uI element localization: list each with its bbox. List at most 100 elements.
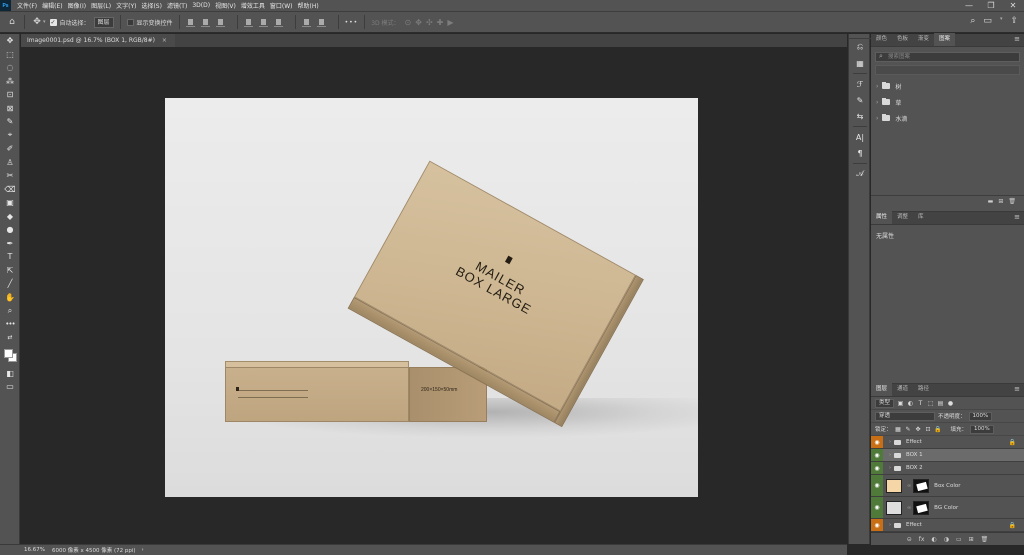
adjustments-icon[interactable]: ⇆ xyxy=(849,108,871,124)
home-icon[interactable]: ⌂ xyxy=(6,16,18,28)
panel-menu-icon[interactable]: ≡ xyxy=(1014,33,1020,46)
more-tools-icon[interactable]: ••• xyxy=(0,318,20,332)
artboard-image[interactable]: 200×150×50mm MAILER BOX LARGE xyxy=(165,98,698,497)
chevron-right-icon[interactable]: › xyxy=(876,83,878,90)
chevron-down-icon[interactable]: ▾ xyxy=(1000,16,1003,26)
layer-row[interactable]: ◉ › BOX 2 xyxy=(871,462,1024,475)
lasso-tool-icon[interactable]: ◌ xyxy=(0,61,20,75)
distribute-vertical-icon[interactable] xyxy=(316,18,326,27)
visibility-eye-icon[interactable]: ◉ xyxy=(871,462,883,474)
tab-swatches[interactable]: 色板 xyxy=(892,33,913,46)
chevron-right-icon[interactable]: › xyxy=(889,452,891,458)
blur-tool-icon[interactable]: ◆ xyxy=(0,210,20,224)
visibility-eye-icon[interactable]: ◉ xyxy=(871,475,883,496)
paragraph-icon[interactable]: ¶ xyxy=(849,145,871,161)
restore-button[interactable]: ❐ xyxy=(980,0,1002,11)
eyedropper-tool-icon[interactable]: ✎ xyxy=(0,115,20,129)
visibility-eye-icon[interactable]: ◉ xyxy=(871,449,883,461)
brush-settings-icon[interactable]: ℱ xyxy=(849,76,871,92)
align-left-icon[interactable] xyxy=(185,18,195,27)
auto-select-dropdown[interactable]: 图层 xyxy=(93,16,114,28)
align-bottom-icon[interactable] xyxy=(273,18,283,27)
adjustment-filter-icon[interactable]: ◐ xyxy=(907,400,914,407)
lock-all-icon[interactable]: 🔒 xyxy=(934,426,941,433)
zoom-level[interactable]: 16.67% xyxy=(0,547,52,553)
layer-row[interactable]: ◉ › Effect 🔒 xyxy=(871,436,1024,449)
gradient-tool-icon[interactable]: ▣ xyxy=(0,196,20,210)
eraser-tool-icon[interactable]: ⌫ xyxy=(0,183,20,197)
lock-transparency-icon[interactable]: ▦ xyxy=(895,426,902,433)
type-tool-icon[interactable]: T xyxy=(0,250,20,264)
path-selection-tool-icon[interactable]: ⇱ xyxy=(0,264,20,278)
color-swatches[interactable] xyxy=(0,345,20,367)
quick-mask-icon[interactable]: ◧ xyxy=(0,367,20,381)
chevron-right-icon[interactable]: › xyxy=(876,115,878,122)
menu-file[interactable]: 文件(F) xyxy=(17,1,37,10)
align-right-icon[interactable] xyxy=(215,18,225,27)
search-icon[interactable]: ⌕ xyxy=(970,16,975,26)
menu-image[interactable]: 图像(I) xyxy=(68,1,86,10)
chevron-right-icon[interactable]: › xyxy=(889,522,891,528)
menu-edit[interactable]: 编辑(E) xyxy=(42,1,62,10)
pen-tool-icon[interactable]: ✒ xyxy=(0,237,20,251)
pixel-filter-icon[interactable]: ▣ xyxy=(897,400,904,407)
panel-menu-icon[interactable]: ≡ xyxy=(1014,211,1020,224)
tab-properties[interactable]: 属性 xyxy=(871,211,893,224)
new-layer-icon[interactable]: ⊞ xyxy=(969,536,974,543)
visibility-eye-icon[interactable]: ◉ xyxy=(871,519,883,531)
link-icon[interactable]: ∞ xyxy=(907,483,911,489)
character-icon[interactable]: A| xyxy=(849,129,871,145)
move-tool-icon[interactable]: ✥ xyxy=(0,34,20,48)
auto-select-checkbox[interactable]: ✓ xyxy=(49,18,57,26)
new-pattern-icon[interactable]: ⊞ xyxy=(998,198,1003,205)
hand-tool-icon[interactable]: ✋ xyxy=(0,291,20,305)
healing-brush-tool-icon[interactable]: ⌖ xyxy=(0,129,20,143)
tab-layers[interactable]: 图层 xyxy=(871,383,893,396)
lock-position-icon[interactable]: ✥ xyxy=(915,426,922,433)
align-top-icon[interactable] xyxy=(243,18,253,27)
show-transform-checkbox[interactable] xyxy=(126,18,134,26)
chevron-right-icon[interactable]: › xyxy=(876,99,878,106)
list-item[interactable]: › 树 xyxy=(871,78,1024,94)
menu-layer[interactable]: 图层(L) xyxy=(91,1,111,10)
brushes-icon[interactable]: ✎ xyxy=(849,92,871,108)
fill-input[interactable]: 100% xyxy=(970,424,994,434)
align-middle-icon[interactable] xyxy=(258,18,268,27)
chevron-down-icon[interactable]: ▾ xyxy=(43,19,46,25)
share-icon[interactable]: ⇪ xyxy=(1010,16,1018,26)
chevron-right-icon[interactable]: › xyxy=(889,439,891,445)
zoom-tool-icon[interactable]: ⌕ xyxy=(0,304,20,318)
type-filter-icon[interactable]: T xyxy=(917,400,924,407)
menu-view[interactable]: 视图(V) xyxy=(215,1,236,10)
tab-libraries[interactable]: 库 xyxy=(913,211,929,224)
tab-color[interactable]: 颜色 xyxy=(871,33,892,46)
canvas-area[interactable]: 200×150×50mm MAILER BOX LARGE xyxy=(21,47,847,544)
new-group-icon[interactable]: ▭ xyxy=(956,536,962,543)
tab-adjustments[interactable]: 调整 xyxy=(892,211,913,224)
layer-row[interactable]: ◉ › Effect 🔒 xyxy=(871,519,1024,532)
opacity-input[interactable]: 100% xyxy=(968,411,993,421)
new-group-icon[interactable]: ▬ xyxy=(988,198,994,205)
marquee-tool-icon[interactable]: ⬚ xyxy=(0,48,20,62)
dodge-tool-icon[interactable]: ● xyxy=(0,223,20,237)
align-center-icon[interactable] xyxy=(200,18,210,27)
shape-filter-icon[interactable]: ⬚ xyxy=(927,400,934,407)
crop-tool-icon[interactable]: ⊡ xyxy=(0,88,20,102)
menu-select[interactable]: 选择(S) xyxy=(141,1,162,10)
lock-artboard-icon[interactable]: ⊡ xyxy=(925,426,932,433)
distribute-icon[interactable] xyxy=(301,18,311,27)
magic-wand-tool-icon[interactable]: ⁂ xyxy=(0,75,20,89)
link-icon[interactable]: ∞ xyxy=(907,505,911,511)
layer-row[interactable]: ◉ › BOX 1 xyxy=(871,449,1024,462)
history-brush-tool-icon[interactable]: ✂ xyxy=(0,169,20,183)
lock-pixels-icon[interactable]: ✎ xyxy=(905,426,912,433)
tab-channels[interactable]: 通道 xyxy=(892,383,913,396)
list-item[interactable]: › 草 xyxy=(871,94,1024,110)
pattern-search-input[interactable]: 搜索图案 xyxy=(875,52,1020,62)
tab-gradients[interactable]: 渐变 xyxy=(913,33,934,46)
close-button[interactable]: ✕ xyxy=(1002,0,1024,11)
menu-window[interactable]: 窗口(W) xyxy=(270,1,293,10)
glyphs-icon[interactable]: 𝒜 xyxy=(849,166,871,182)
screen-mode-icon[interactable]: ▭ xyxy=(0,380,20,394)
minimize-button[interactable]: — xyxy=(958,0,980,11)
